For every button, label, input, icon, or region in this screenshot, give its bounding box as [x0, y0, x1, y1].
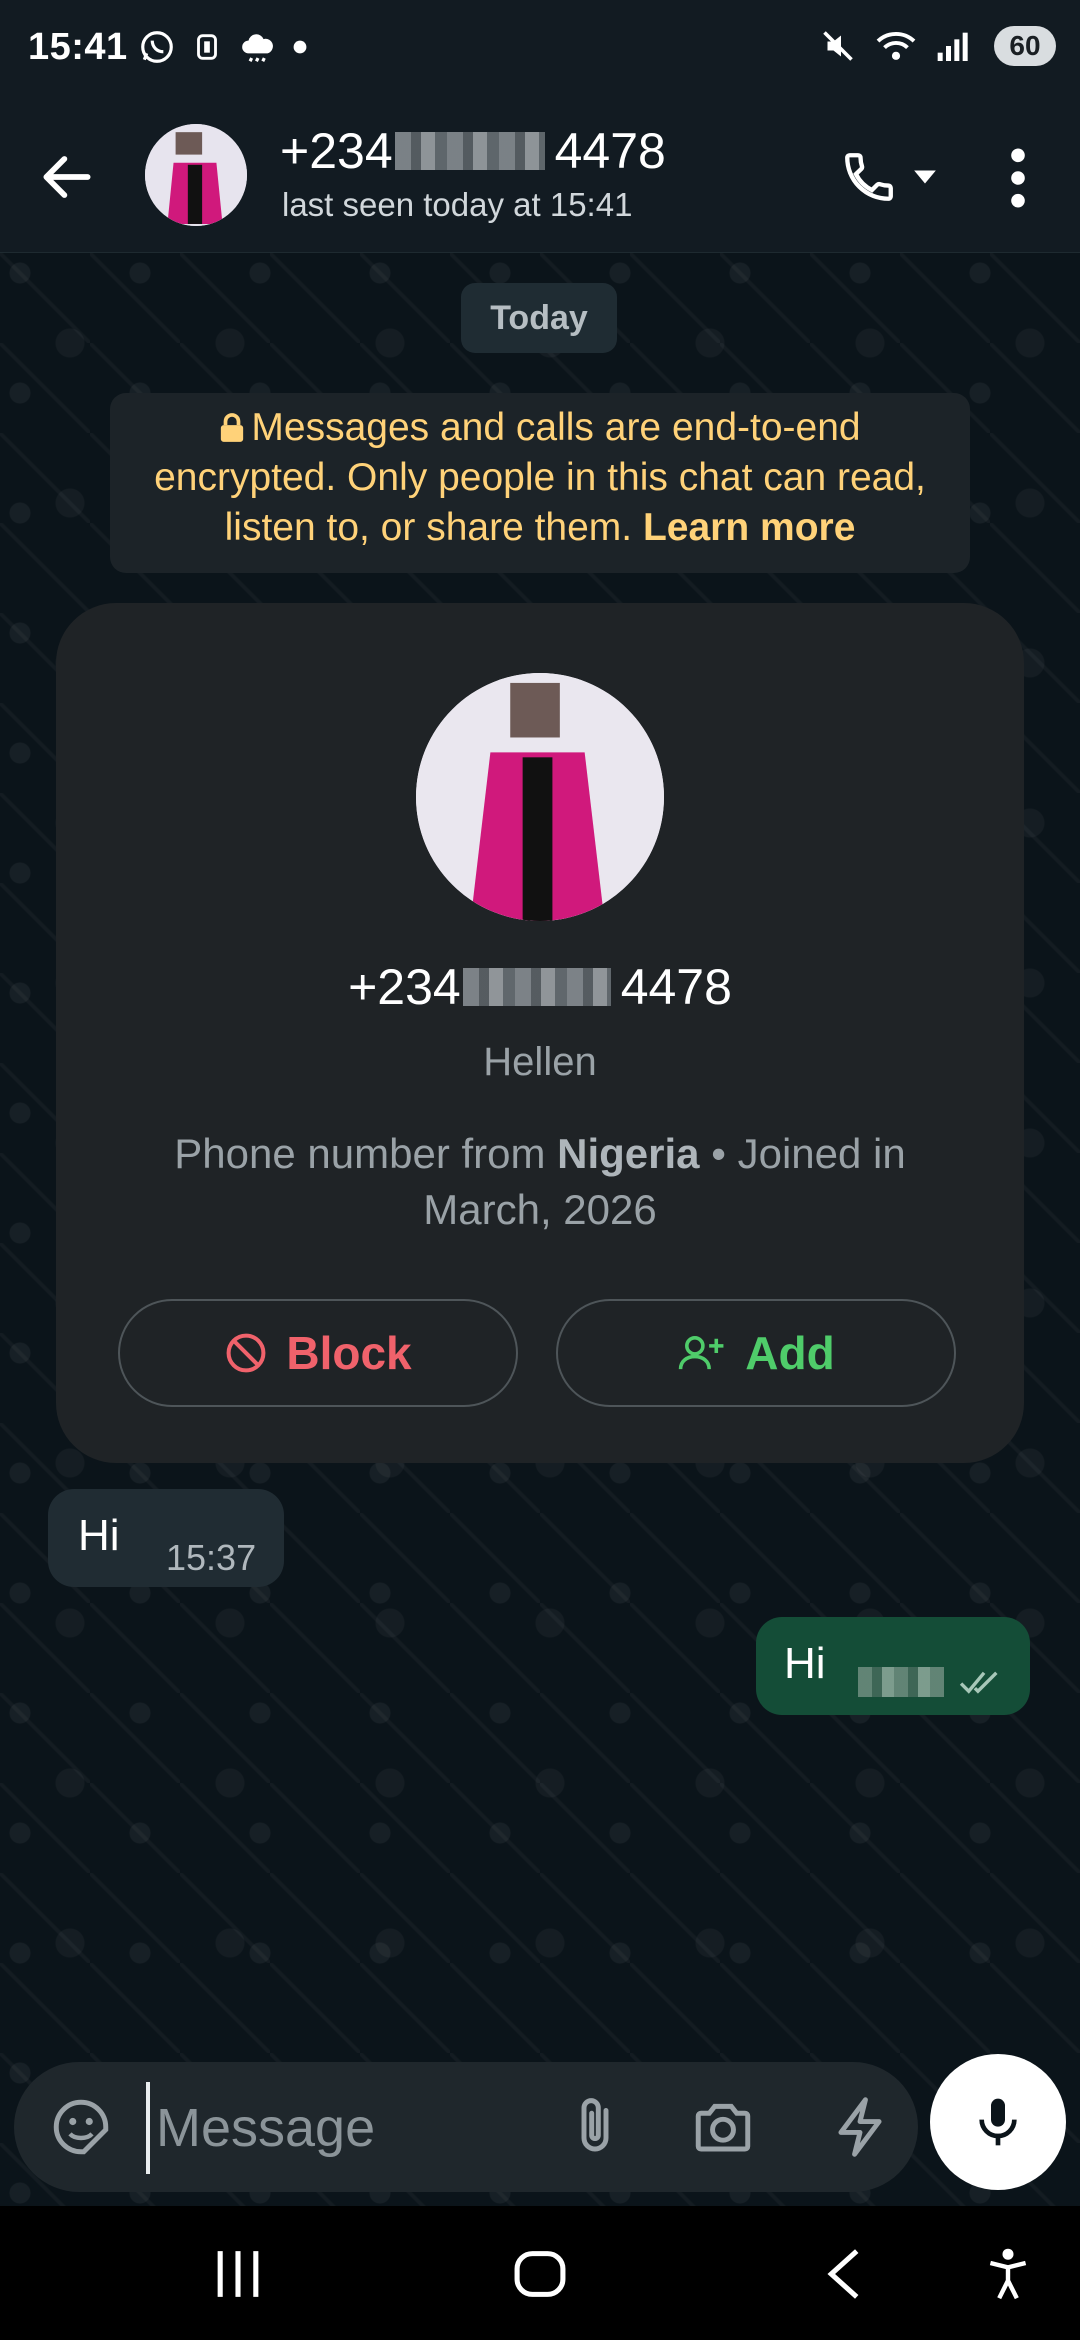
- contact-name[interactable]: +234 4478: [280, 122, 666, 180]
- status-icons-left: [138, 28, 308, 66]
- message-time: [856, 1667, 1004, 1697]
- weather-cloud-icon: [238, 28, 278, 66]
- mute-icon: [820, 28, 856, 64]
- learn-more-link[interactable]: Learn more: [643, 506, 855, 549]
- chat-header: +234 4478 last seen today at 15:41: [0, 100, 1080, 253]
- chat-area[interactable]: Today Messages and calls are end-to-end …: [0, 253, 1080, 2209]
- contact-name-prefix: +234: [280, 123, 393, 179]
- info-prefix: Phone number from: [174, 1130, 558, 1177]
- message-text: Hi: [784, 1639, 826, 1688]
- back-nav-button[interactable]: [822, 2246, 866, 2302]
- message-time: 15:37: [166, 1537, 257, 1578]
- paperclip-icon: [581, 2098, 609, 2152]
- arrow-left-icon: [43, 156, 91, 198]
- system-navigation-bar: [0, 2206, 1080, 2340]
- status-bar: 15:41 60: [0, 0, 1080, 100]
- emoji-button[interactable]: [48, 2094, 114, 2160]
- voice-call-button[interactable]: [840, 144, 950, 210]
- whatsapp-icon: [138, 28, 176, 66]
- microphone-icon: [979, 2098, 1017, 2146]
- wifi-icon: [874, 28, 918, 64]
- redacted-digits: [462, 968, 611, 1006]
- lightning-bolt-icon: [838, 2097, 882, 2157]
- voice-message-button[interactable]: [930, 2054, 1066, 2190]
- add-person-icon: [679, 1336, 724, 1370]
- block-label: Block: [286, 1327, 412, 1379]
- camera-button[interactable]: [690, 2094, 756, 2160]
- card-join-info: Phone number from Nigeria • Joined in Ma…: [136, 1126, 944, 1238]
- contact-profile-photo[interactable]: [416, 673, 664, 921]
- bluetooth-device-icon: [190, 30, 224, 64]
- sticker-emoji-icon: [53, 2099, 109, 2155]
- message-composer: [14, 2062, 918, 2192]
- redacted-digits: [394, 132, 545, 170]
- last-seen-status: last seen today at 15:41: [282, 186, 633, 223]
- block-icon: [226, 1333, 266, 1373]
- attach-button[interactable]: [562, 2094, 628, 2160]
- signal-icon: [936, 29, 976, 63]
- accessibility-icon: [989, 2248, 1027, 2300]
- contact-info-card: +234 4478 Hellen Phone number from Niger…: [56, 603, 1024, 1463]
- info-country: Nigeria: [557, 1130, 700, 1177]
- battery-indicator: 60: [994, 26, 1056, 66]
- quick-reply-button[interactable]: [830, 2094, 890, 2160]
- date-separator: Today: [461, 283, 617, 353]
- status-time: 15:41: [28, 26, 128, 68]
- add-contact-button[interactable]: Add: [556, 1299, 956, 1407]
- card-number-prefix: +234: [348, 959, 461, 1015]
- camera-icon: [695, 2103, 751, 2152]
- outgoing-message[interactable]: Hi: [756, 1617, 1030, 1715]
- lock-icon: [219, 412, 245, 442]
- double-check-icon: [959, 1671, 998, 1694]
- back-button[interactable]: [36, 146, 98, 208]
- card-number-suffix: 4478: [620, 959, 732, 1015]
- redacted-time: [858, 1667, 944, 1697]
- contact-name-suffix: 4478: [554, 123, 666, 179]
- recent-apps-button[interactable]: [212, 2246, 264, 2302]
- contact-avatar[interactable]: [145, 124, 247, 226]
- phone-icon: [845, 153, 893, 201]
- home-icon: [514, 2251, 566, 2297]
- caret-down-icon: [914, 170, 936, 184]
- more-vertical-icon: [1011, 148, 1025, 208]
- card-phone-number: +234 4478: [56, 958, 1024, 1016]
- recents-icon: [217, 2251, 259, 2297]
- status-icons-right: 60: [820, 26, 1056, 66]
- more-options-button[interactable]: [998, 144, 1038, 212]
- accessibility-button[interactable]: [986, 2246, 1030, 2302]
- block-button[interactable]: Block: [118, 1299, 518, 1407]
- message-input[interactable]: [146, 2082, 538, 2174]
- chevron-left-icon: [827, 2249, 859, 2299]
- home-button[interactable]: [512, 2246, 568, 2302]
- message-text: Hi: [78, 1511, 120, 1560]
- add-label: Add: [745, 1327, 835, 1379]
- encryption-notice[interactable]: Messages and calls are end-to-end encryp…: [110, 393, 970, 573]
- dot-icon: [292, 39, 308, 55]
- card-contact-name: Hellen: [483, 1040, 597, 1084]
- incoming-message[interactable]: Hi 15:37: [48, 1489, 284, 1587]
